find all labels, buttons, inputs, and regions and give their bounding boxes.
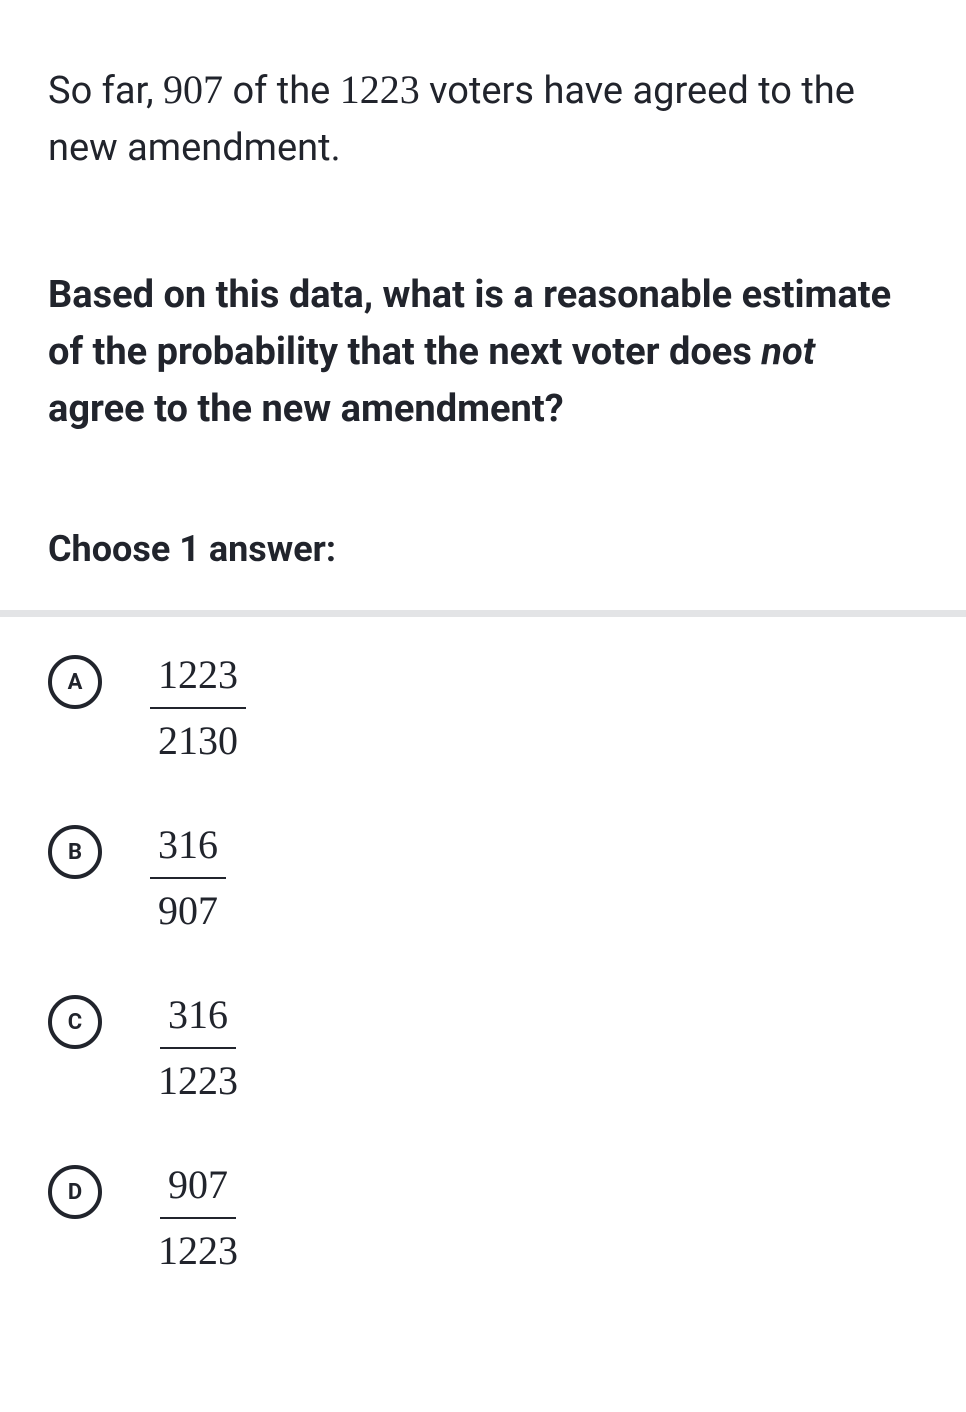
radio-d[interactable]: D <box>48 1165 102 1219</box>
fraction-c-numerator: 316 <box>160 987 236 1049</box>
fraction-a: 1223 2130 <box>150 647 246 769</box>
problem-number-1: 907 <box>163 67 223 112</box>
problem-prefix: So far, <box>48 69 163 113</box>
fraction-c: 316 1223 <box>150 987 246 1109</box>
radio-c[interactable]: C <box>48 995 102 1049</box>
fraction-d-numerator: 907 <box>160 1157 236 1219</box>
radio-letter-b: B <box>68 840 82 865</box>
fraction-a-denominator: 2130 <box>150 709 246 769</box>
fraction-b: 316 907 <box>150 817 226 939</box>
answer-option-b[interactable]: B 316 907 <box>48 817 918 939</box>
question-prompt: Based on this data, what is a reasonable… <box>48 267 918 438</box>
problem-statement: So far, 907 of the 1223 voters have agre… <box>48 60 918 177</box>
fraction-c-denominator: 1223 <box>150 1049 246 1109</box>
answer-option-a[interactable]: A 1223 2130 <box>48 647 918 769</box>
problem-mid: of the <box>223 69 340 113</box>
problem-number-2: 1223 <box>340 67 420 112</box>
fraction-b-numerator: 316 <box>150 817 226 879</box>
radio-a[interactable]: A <box>48 655 102 709</box>
section-divider <box>0 610 966 617</box>
answer-option-d[interactable]: D 907 1223 <box>48 1157 918 1279</box>
radio-b[interactable]: B <box>48 825 102 879</box>
radio-letter-a: A <box>68 670 83 695</box>
radio-letter-c: C <box>68 1010 82 1035</box>
fraction-d-denominator: 1223 <box>150 1219 246 1279</box>
fraction-a-numerator: 1223 <box>150 647 246 709</box>
question-emphasis: not <box>761 330 815 374</box>
choose-label: Choose 1 answer: <box>48 528 918 570</box>
question-part2: agree to the new amendment? <box>48 387 564 431</box>
fraction-d: 907 1223 <box>150 1157 246 1279</box>
fraction-b-denominator: 907 <box>150 879 226 939</box>
answer-option-c[interactable]: C 316 1223 <box>48 987 918 1109</box>
radio-letter-d: D <box>68 1180 82 1205</box>
